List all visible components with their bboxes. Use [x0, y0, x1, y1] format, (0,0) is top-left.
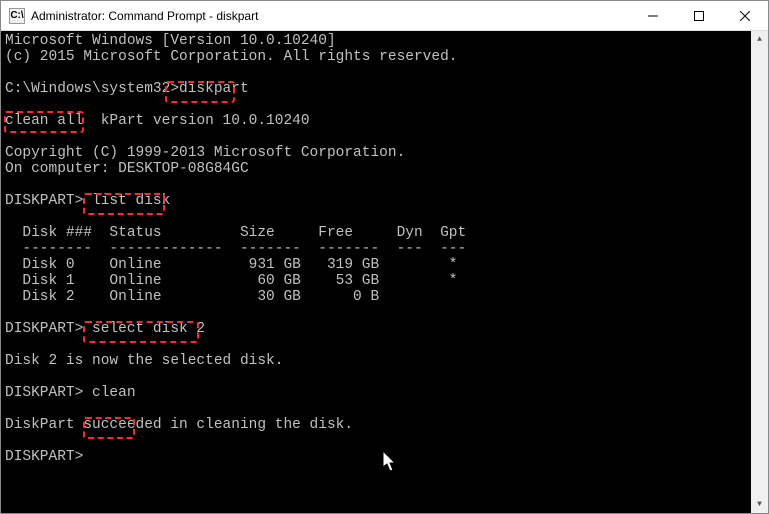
maximize-button[interactable]: [676, 1, 722, 30]
terminal-area: Microsoft Windows [Version 10.0.10240] (…: [1, 31, 768, 513]
app-icon: C:\: [9, 8, 25, 24]
line-copyright-ms: (c) 2015 Microsoft Corporation. All righ…: [5, 49, 457, 65]
line-computer: On computer: DESKTOP-08G84GC: [5, 161, 249, 177]
table-header: Disk ### Status Size Free Dyn Gpt: [5, 225, 466, 241]
prompt-diskpart: DISKPART>: [5, 385, 92, 401]
table-row: Disk 2 Online 30 GB 0 B: [5, 289, 379, 305]
line-copyright-diskpart: Copyright (C) 1999-2013 Microsoft Corpor…: [5, 145, 405, 161]
line-windows-version: Microsoft Windows [Version 10.0.10240]: [5, 33, 336, 49]
line-selected-msg: Disk 2 is now the selected disk.: [5, 353, 283, 369]
prompt-diskpart: DISKPART>: [5, 321, 92, 337]
minimize-button[interactable]: [630, 1, 676, 30]
titlebar[interactable]: C:\ Administrator: Command Prompt - disk…: [1, 1, 768, 31]
cmd-list-disk: list disk: [92, 193, 170, 209]
annotation-clean-all: clean all: [5, 113, 83, 129]
line-diskpart-version-rest: kPart version 10.0.10240: [83, 113, 309, 129]
line-success-msg: DiskPart succeeded in cleaning the disk.: [5, 417, 353, 433]
table-row: Disk 1 Online 60 GB 53 GB *: [5, 273, 457, 289]
window-controls: [630, 1, 768, 30]
close-button[interactable]: [722, 1, 768, 30]
scroll-up-icon[interactable]: ▲: [751, 31, 768, 48]
cmd-diskpart: diskpart: [179, 81, 249, 97]
prompt-diskpart: DISKPART>: [5, 449, 83, 465]
scroll-down-icon[interactable]: ▼: [751, 496, 768, 513]
prompt-system32: C:\Windows\system32>: [5, 81, 179, 97]
terminal-output[interactable]: Microsoft Windows [Version 10.0.10240] (…: [1, 31, 751, 513]
table-separator: -------- ------------- ------- ------- -…: [5, 241, 466, 257]
cmd-select-disk: select disk 2: [92, 321, 205, 337]
vertical-scrollbar[interactable]: ▲ ▼: [751, 31, 768, 513]
window-title: Administrator: Command Prompt - diskpart: [31, 9, 630, 23]
cmd-clean: clean: [92, 385, 136, 401]
command-prompt-window: C:\ Administrator: Command Prompt - disk…: [0, 0, 769, 514]
table-row: Disk 0 Online 931 GB 319 GB *: [5, 257, 457, 273]
prompt-diskpart: DISKPART>: [5, 193, 92, 209]
